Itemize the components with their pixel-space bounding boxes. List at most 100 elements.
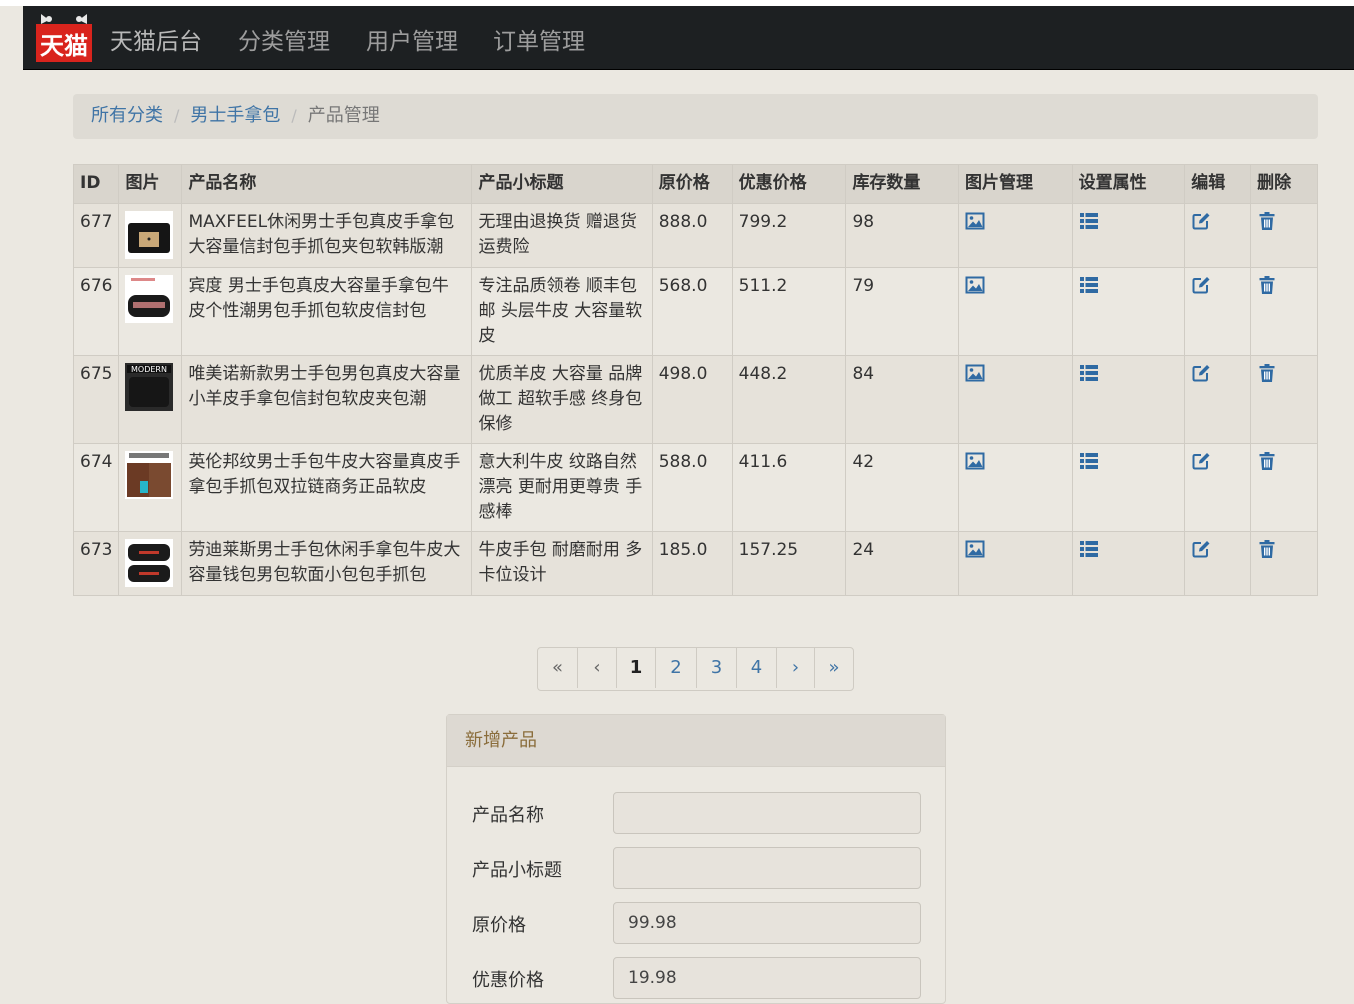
cell-properties <box>1071 355 1186 444</box>
cell-name: 宾度 男士手包真皮大容量手拿包牛皮个性潮男包手抓包软皮信封包 <box>181 267 473 356</box>
cell-image <box>118 267 183 356</box>
col-header-price: 原价格 <box>651 164 733 204</box>
page-last-button[interactable]: » <box>815 648 853 688</box>
page-4-button[interactable]: 4 <box>737 648 777 688</box>
nav-item-category[interactable]: 分类管理 <box>238 22 330 56</box>
product-subtitle-input[interactable] <box>613 847 921 889</box>
page-3-button[interactable]: 3 <box>697 648 737 688</box>
cell-delete <box>1250 203 1318 268</box>
edit-icon[interactable] <box>1191 363 1211 383</box>
page-first-button[interactable]: « <box>538 648 578 688</box>
promo-price-input[interactable] <box>613 957 921 999</box>
product-name-input[interactable] <box>613 792 921 834</box>
page-1-button[interactable]: 1 <box>617 648 656 688</box>
cell-price: 568.0 <box>651 267 733 356</box>
cell-image-manage <box>958 203 1073 268</box>
property-list-icon[interactable] <box>1079 363 1099 383</box>
product-table: ID 图片 产品名称 产品小标题 原价格 优惠价格 库存数量 图片管理 设置属性… <box>72 164 1318 596</box>
cell-delete <box>1250 267 1318 356</box>
nav-item-user[interactable]: 用户管理 <box>366 22 458 56</box>
cell-subtitle: 牛皮手包 耐磨耐用 多卡位设计 <box>471 531 653 596</box>
cell-price: 498.0 <box>651 355 733 444</box>
property-list-icon[interactable] <box>1079 275 1099 295</box>
product-thumbnail-icon[interactable] <box>125 275 174 323</box>
col-header-edit: 编辑 <box>1184 164 1252 204</box>
cell-properties <box>1071 531 1186 596</box>
form-row-subtitle: 产品小标题 <box>447 847 947 889</box>
panel-title: 新增产品 <box>447 715 945 767</box>
image-manage-icon[interactable] <box>965 451 985 471</box>
cell-edit <box>1184 355 1252 444</box>
cell-promo-price: 799.2 <box>731 203 847 268</box>
trash-icon[interactable] <box>1257 211 1277 231</box>
product-thumbnail-icon[interactable] <box>125 211 174 259</box>
image-manage-icon[interactable] <box>965 363 985 383</box>
table-row: 675 MODERN 唯美诺新款男士手包男包真皮大容量小羊皮手拿包信封包软皮夹包潮优… <box>72 355 1318 444</box>
label-original-price: 原价格 <box>472 915 526 936</box>
cell-name: MAXFEEL休闲男士手包真皮手拿包大容量信封包手抓包夹包软韩版潮 <box>181 203 473 268</box>
cell-edit <box>1184 203 1252 268</box>
cell-promo-price: 448.2 <box>731 355 847 444</box>
cell-id: 673 <box>72 531 120 596</box>
cell-stock: 84 <box>845 355 960 444</box>
property-list-icon[interactable] <box>1079 211 1099 231</box>
cell-delete <box>1250 355 1318 444</box>
cell-name: 劳迪莱斯男士手包休闲手拿包牛皮大容量钱包男包软面小包包手抓包 <box>181 531 473 596</box>
table-header-row: ID 图片 产品名称 产品小标题 原价格 优惠价格 库存数量 图片管理 设置属性… <box>72 164 1318 204</box>
breadcrumb-category[interactable]: 男士手拿包 <box>190 105 280 126</box>
cell-id: 674 <box>72 443 120 532</box>
table-row: 673 劳迪莱斯男士手包休闲手拿包牛皮大容量钱包男包软面小包包手抓包 牛皮手包 耐磨… <box>72 531 1318 596</box>
cell-price: 185.0 <box>651 531 733 596</box>
pagination: « ‹ 1 2 3 4 › » <box>537 647 854 691</box>
cell-price: 588.0 <box>651 443 733 532</box>
breadcrumb-all-categories[interactable]: 所有分类 <box>91 105 163 126</box>
cell-edit <box>1184 267 1252 356</box>
cell-image-manage <box>958 531 1073 596</box>
cell-id: 675 <box>72 355 120 444</box>
col-header-properties: 设置属性 <box>1071 164 1186 204</box>
add-product-panel: 新增产品 产品名称 产品小标题 原价格 优惠价格 <box>446 714 946 1004</box>
product-thumbnail-icon[interactable] <box>125 539 174 587</box>
cell-promo-price: 511.2 <box>731 267 847 356</box>
breadcrumb-current: 产品管理 <box>307 105 380 126</box>
trash-icon[interactable] <box>1257 275 1277 295</box>
image-manage-icon[interactable] <box>965 275 985 295</box>
image-manage-icon[interactable] <box>965 539 985 559</box>
page-next-button[interactable]: › <box>777 648 815 688</box>
page-prev-button[interactable]: ‹ <box>578 648 617 688</box>
trash-icon[interactable] <box>1257 363 1277 383</box>
col-header-stock: 库存数量 <box>845 164 960 204</box>
cell-id: 676 <box>72 267 120 356</box>
trash-icon[interactable] <box>1257 539 1277 559</box>
table-row: 677 MAXFEEL休闲男士手包真皮手拿包大容量信封包手抓包夹包软韩版潮 无理由退… <box>72 203 1318 268</box>
page-2-button[interactable]: 2 <box>656 648 697 688</box>
cell-name: 英伦邦纹男士手包牛皮大容量真皮手拿包手抓包双拉链商务正品软皮 <box>181 443 473 532</box>
cell-name: 唯美诺新款男士手包男包真皮大容量小羊皮手拿包信封包软皮夹包潮 <box>181 355 473 444</box>
cell-subtitle: 无理由退换货 赠退货运费险 <box>471 203 653 268</box>
cell-stock: 98 <box>845 203 960 268</box>
product-thumbnail-icon[interactable]: MODERN <box>125 363 174 411</box>
col-header-id: ID <box>72 164 120 204</box>
property-list-icon[interactable] <box>1079 451 1099 471</box>
cell-properties <box>1071 203 1186 268</box>
edit-icon[interactable] <box>1191 211 1211 231</box>
edit-icon[interactable] <box>1191 275 1211 295</box>
tmall-logo-icon[interactable]: 天猫 <box>35 6 93 64</box>
form-row-price: 原价格 <box>447 902 947 944</box>
cell-subtitle: 意大利牛皮 纹路自然漂亮 更耐用更尊贵 手感棒 <box>471 443 653 532</box>
cell-image-manage <box>958 267 1073 356</box>
edit-icon[interactable] <box>1191 539 1211 559</box>
label-promo-price: 优惠价格 <box>472 970 544 991</box>
svg-text:MODERN: MODERN <box>131 365 167 374</box>
property-list-icon[interactable] <box>1079 539 1099 559</box>
image-manage-icon[interactable] <box>965 211 985 231</box>
nav-brand[interactable]: 天猫后台 <box>110 22 202 56</box>
product-thumbnail-icon[interactable] <box>125 451 174 499</box>
edit-icon[interactable] <box>1191 451 1211 471</box>
cell-properties <box>1071 443 1186 532</box>
cell-subtitle: 优质羊皮 大容量 品牌做工 超软手感 终身包保修 <box>471 355 653 444</box>
original-price-input[interactable] <box>613 902 921 944</box>
cell-properties <box>1071 267 1186 356</box>
nav-item-order[interactable]: 订单管理 <box>493 22 585 56</box>
trash-icon[interactable] <box>1257 451 1277 471</box>
